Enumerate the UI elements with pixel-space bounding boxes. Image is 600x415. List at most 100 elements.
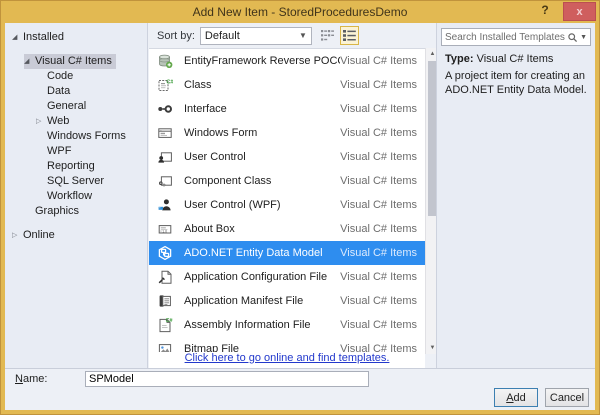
template-type: Visual C# Items (340, 103, 417, 115)
template-name: EntityFramework Reverse POCO Code First … (184, 55, 340, 67)
sidebar-item-code[interactable]: Code (5, 69, 147, 84)
sidebar-item-sql-server[interactable]: SQL Server (5, 174, 147, 189)
about-box-icon: i 1.0 (157, 221, 173, 237)
template-type: Visual C# Items (340, 151, 417, 163)
template-row-entityframework-reverse-poco-code-first-generator[interactable]: EntityFramework Reverse POCO Code First … (149, 49, 425, 73)
add-button[interactable]: Add (494, 388, 538, 407)
template-type: Visual C# Items (340, 55, 417, 67)
sidebar-item-label: Installed (23, 31, 64, 43)
template-name: ADO.NET Entity Data Model (184, 247, 340, 259)
template-name: Class (184, 79, 340, 91)
button-row: Add Cancel (494, 388, 589, 407)
template-name: Interface (184, 103, 340, 115)
sidebar-item-label: Web (47, 115, 69, 127)
small-icons-view-button[interactable] (318, 26, 337, 45)
template-row-class[interactable]: C#ClassVisual C# Items (149, 73, 425, 97)
template-row-windows-form[interactable]: Windows FormVisual C# Items (149, 121, 425, 145)
sidebar-item-label: Reporting (47, 160, 95, 172)
list-view-button[interactable] (340, 26, 359, 45)
list-view-icon (343, 30, 356, 41)
search-icon (567, 32, 578, 43)
user-control-icon (157, 149, 173, 165)
svg-text:i 1.0: i 1.0 (161, 229, 168, 233)
tree-expanded-icon[interactable]: ◢ (12, 30, 23, 45)
sidebar-item-label: Data (47, 85, 70, 97)
template-description: A project item for creating an ADO.NET E… (445, 69, 589, 97)
dialog-window: Add New Item - StoredProceduresDemo ? x … (0, 0, 600, 415)
footer: Name: Add Cancel (5, 368, 595, 410)
chevron-down-icon: ▼ (299, 31, 307, 40)
app-manifest-icon (157, 293, 173, 309)
assembly-info-icon: C# (157, 317, 173, 333)
tree-collapsed-icon[interactable]: ▷ (12, 228, 23, 243)
sidebar-item-online[interactable]: ▷Online (5, 228, 147, 243)
sidebar-item-label: Online (23, 229, 55, 241)
template-type: Visual C# Items (340, 223, 417, 235)
svg-text:C#: C# (166, 318, 173, 324)
sidebar-item-wpf[interactable]: WPF (5, 144, 147, 159)
interface-icon (157, 101, 173, 117)
template-row-user-control-wpf[interactable]: User Control (WPF)Visual C# Items (149, 193, 425, 217)
template-row-interface[interactable]: InterfaceVisual C# Items (149, 97, 425, 121)
list-toolbar: Sort by: Default ▼ (149, 23, 438, 48)
sidebar-item-reporting[interactable]: Reporting (5, 159, 147, 174)
template-row-application-manifest-file[interactable]: Application Manifest FileVisual C# Items (149, 289, 425, 313)
template-row-ado-net-entity-data-model[interactable]: ADO.NET Entity Data ModelVisual C# Items (149, 241, 425, 265)
sidebar-tree: ◢Installed◢Visual C# ItemsCodeDataGenera… (5, 23, 148, 368)
sidebar-item-label: Visual C# Items (35, 55, 112, 67)
template-name: About Box (184, 223, 340, 235)
search-input[interactable] (445, 32, 567, 43)
tree-expanded-icon[interactable]: ◢ (24, 54, 35, 69)
template-type: Visual C# Items (340, 127, 417, 139)
sidebar-item-windows-forms[interactable]: Windows Forms (5, 129, 147, 144)
sidebar-item-label: WPF (47, 145, 71, 157)
link-row: Click here to go online and find templat… (149, 352, 425, 368)
sidebar-item-installed[interactable]: ◢Installed (5, 30, 147, 45)
template-row-assembly-information-file[interactable]: C# Assembly Information FileVisual C# Ite… (149, 313, 425, 337)
tree-collapsed-icon[interactable]: ▷ (36, 114, 47, 129)
middle-column: Sort by: Default ▼ (149, 23, 438, 368)
dialog-title: Add New Item - StoredProceduresDemo (193, 5, 408, 19)
entity-model-icon (157, 245, 173, 261)
sidebar-item-general[interactable]: General (5, 99, 147, 114)
sidebar-item-web[interactable]: ▷Web (5, 114, 147, 129)
close-button[interactable]: x (563, 2, 596, 21)
template-name: Application Configuration File (184, 271, 340, 283)
add-new-item-dialog: Add New Item - StoredProceduresDemo ? x … (0, 0, 600, 415)
sort-dropdown[interactable]: Default ▼ (200, 27, 312, 45)
template-row-about-box[interactable]: i 1.0 About BoxVisual C# Items (149, 217, 425, 241)
titlebar[interactable]: Add New Item - StoredProceduresDemo ? x (1, 1, 599, 23)
sidebar-item-label: General (47, 100, 86, 112)
template-type: Visual C# Items (340, 247, 417, 259)
help-button[interactable]: ? (537, 3, 553, 20)
user-control-wpf-icon (157, 197, 173, 213)
search-box[interactable]: ▼ (441, 28, 591, 46)
sidebar-item-data[interactable]: Data (5, 84, 147, 99)
template-name: Component Class (184, 175, 340, 187)
template-row-application-configuration-file[interactable]: Application Configuration FileVisual C# … (149, 265, 425, 289)
template-name: Windows Form (184, 127, 340, 139)
sidebar-item-visual-c-items[interactable]: ◢Visual C# Items (5, 54, 147, 69)
name-input[interactable] (85, 371, 369, 387)
sidebar-item-graphics[interactable]: Graphics (5, 204, 147, 219)
type-value: Visual C# Items (477, 53, 554, 65)
go-online-link[interactable]: Click here to go online and find templat… (185, 352, 390, 364)
template-type: Visual C# Items (340, 319, 417, 331)
template-row-component-class[interactable]: Component ClassVisual C# Items (149, 169, 425, 193)
sidebar-item-workflow[interactable]: Workflow (5, 189, 147, 204)
template-name: Application Manifest File (184, 295, 340, 307)
template-list: EntityFramework Reverse POCO Code First … (149, 48, 425, 354)
sidebar-item-label: Windows Forms (47, 130, 126, 142)
search-scope-chevron-icon[interactable]: ▼ (580, 34, 587, 41)
template-type: Visual C# Items (340, 271, 417, 283)
template-type: Visual C# Items (340, 175, 417, 187)
cancel-button[interactable]: Cancel (545, 388, 589, 407)
small-icons-view-icon (321, 30, 334, 41)
app-config-icon (157, 269, 173, 285)
template-type: Visual C# Items (340, 199, 417, 211)
template-row-user-control[interactable]: User ControlVisual C# Items (149, 145, 425, 169)
type-label: Type: (445, 53, 474, 65)
template-name: Assembly Information File (184, 319, 340, 331)
dialog-body: ◢Installed◢Visual C# ItemsCodeDataGenera… (5, 23, 595, 410)
view-toggle-group (318, 26, 359, 45)
